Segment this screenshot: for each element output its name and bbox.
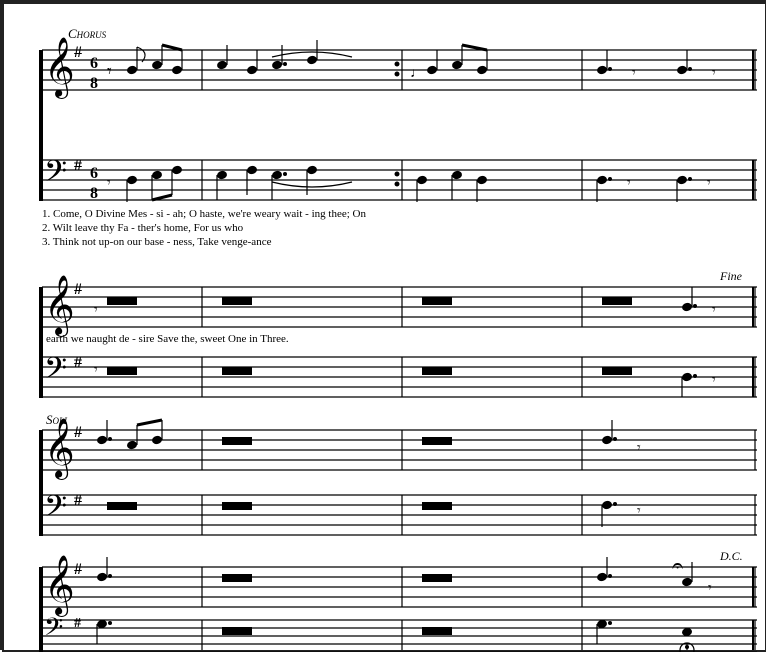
- score-container: Chorus 𝄞 # 6 8 𝄢 # 6 8 𝄾: [0, 0, 766, 650]
- dot-t3m1-1: [108, 437, 112, 441]
- whole-rest-b3m3: [422, 502, 452, 510]
- rest-t1m5: 𝄾: [712, 66, 716, 81]
- whole-rest-t2m2: [222, 297, 252, 305]
- dot-t1m4-1: [608, 67, 612, 71]
- whole-rest-t4m2: [222, 574, 252, 582]
- rest-b1m4: 𝄾: [627, 176, 631, 191]
- fine-label: Fine: [719, 269, 743, 283]
- dot-b2m5-1: [693, 374, 697, 378]
- rest-b2m5: 𝄾: [712, 373, 716, 388]
- dc-label: D.C.: [719, 549, 743, 563]
- time-sig-bot-treble-1: 8: [90, 75, 98, 92]
- whole-rest-b3m2: [222, 502, 252, 510]
- key-sig-bass-4: #: [74, 616, 81, 631]
- whole-rest-b2m2: [222, 367, 252, 375]
- treble-clef-3: 𝄞: [44, 418, 75, 480]
- lyric-line1: 1. Come, O Divine Mes - si - ah; O haste…: [42, 208, 366, 220]
- rest-t1m3: ♩: [410, 66, 424, 81]
- whole-rest-b2m4: [602, 367, 632, 375]
- rest-t1m4: 𝄾: [632, 66, 636, 81]
- whole-rest-t4m3: [422, 574, 452, 582]
- fermata-treble: 𝄐: [672, 555, 683, 577]
- whole-rest-t3m2: [222, 437, 252, 445]
- whole-rest-t2m4: [602, 297, 632, 305]
- rest-t4m5: 𝄾: [708, 581, 712, 596]
- whole-rest-t2m3: [422, 297, 452, 305]
- repeat-dot-1: [395, 62, 400, 67]
- rest-t3m4: 𝄾: [637, 441, 641, 456]
- lyric-continuation: earth we naught de - sire Save the, swee…: [46, 333, 289, 345]
- whole-rest-b3m1: [107, 502, 137, 510]
- rest-b2-pickup: 𝄾: [94, 363, 98, 378]
- lyric-line2: 2. Wilt leave thy Fa - ther's home, For …: [42, 222, 244, 234]
- treble-clef-4: 𝄞: [44, 555, 75, 617]
- rest-t2-pickup: 𝄾: [94, 303, 98, 318]
- dot-t1m5-1: [688, 67, 692, 71]
- bass-clef-4: 𝄢: [44, 614, 63, 647]
- time-sig-top-bass-1: 6: [90, 165, 98, 182]
- whole-rest-b4m2: [222, 627, 252, 635]
- rest-t2m5: 𝄾: [712, 303, 716, 318]
- dot-t1m2-3: [283, 62, 287, 66]
- key-sig-bass-1: #: [74, 157, 82, 174]
- whole-rest-b2m1: [107, 367, 137, 375]
- dot-b1m4-1: [608, 177, 612, 181]
- key-sig-bass-3: #: [74, 492, 82, 509]
- key-sig-treble-4: #: [74, 561, 82, 578]
- key-sig-bass-2: #: [74, 354, 82, 371]
- key-sig-treble-1: #: [74, 44, 82, 61]
- key-sig-treble-2: #: [74, 281, 82, 298]
- dot-t4m1-1: [108, 574, 112, 578]
- rest-b1m0: 𝄾: [107, 176, 111, 191]
- dot-b4m1-1: [108, 621, 112, 625]
- bass-clef-1: 𝄢: [44, 155, 67, 195]
- whole-rest-b4m3: [422, 627, 452, 635]
- key-sig-treble-3: #: [74, 424, 82, 441]
- repeat-dot-2: [395, 72, 400, 77]
- whole-rest-b2m3: [422, 367, 452, 375]
- rest-t1m0: 𝄾: [107, 61, 112, 81]
- dot-b1m2-3: [283, 172, 287, 176]
- repeat-dot-b1: [395, 172, 400, 177]
- fermata-dot-bass: [685, 645, 689, 649]
- treble-clef-1: 𝄞: [44, 37, 75, 99]
- bass-clef-2: 𝄢: [44, 352, 67, 392]
- rest-b3m4: 𝄾: [637, 504, 641, 519]
- lyric-line3: 3. Think not up-on our base - ness, Take…: [42, 236, 272, 248]
- time-sig-bot-bass-1: 8: [90, 185, 98, 202]
- dot-b3m4-1: [613, 502, 617, 506]
- treble-clef-2: 𝄞: [44, 275, 75, 337]
- dot-t4m4-1: [608, 574, 612, 578]
- rest-b1m5: 𝄾: [707, 176, 711, 191]
- repeat-dot-b2: [395, 182, 400, 187]
- dot-t2m5-1: [693, 304, 697, 308]
- time-sig-top-treble-1: 6: [90, 55, 98, 72]
- bass-clef-3: 𝄢: [44, 490, 67, 530]
- dot-b4m4-1: [608, 621, 612, 625]
- dot-t3m4-1: [613, 437, 617, 441]
- dot-b1m5-1: [688, 177, 692, 181]
- whole-rest-t2m1: [107, 297, 137, 305]
- whole-rest-t3m3: [422, 437, 452, 445]
